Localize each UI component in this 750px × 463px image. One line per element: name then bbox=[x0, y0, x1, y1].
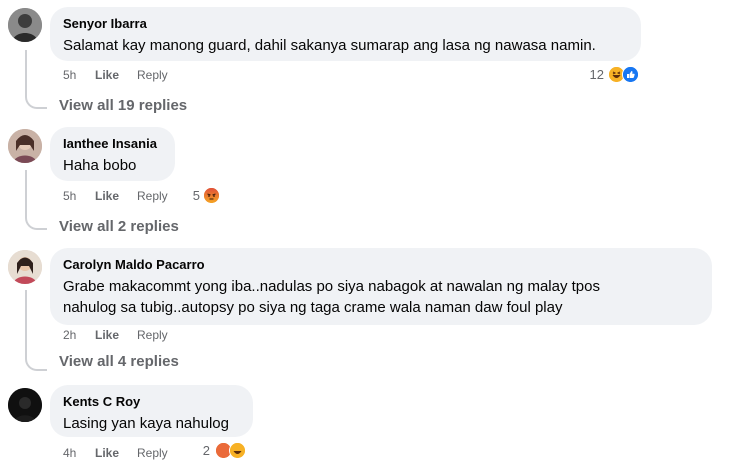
avatar-image bbox=[8, 129, 42, 163]
like-icon bbox=[622, 66, 639, 83]
comment-ianthee-insania: Ianthee Insania Haha bobo 5h Like Reply … bbox=[0, 120, 750, 240]
comment-actions: 2h Like Reply bbox=[63, 327, 263, 343]
comment-time[interactable]: 4h bbox=[63, 445, 76, 461]
comment-text: Salamat kay manong guard, dahil sakanya … bbox=[63, 37, 596, 54]
comment-text: Haha bobo bbox=[63, 157, 137, 174]
comment-bubble: Kents C Roy Lasing yan kaya nahulog bbox=[50, 385, 253, 437]
avatar-image bbox=[8, 250, 42, 284]
comment-carolyn-maldo-pacarro: Carolyn Maldo Pacarro Grabe makacommt yo… bbox=[0, 240, 750, 380]
avatar-image bbox=[8, 388, 42, 422]
avatar-image bbox=[8, 8, 42, 42]
like-button[interactable]: Like bbox=[95, 67, 119, 83]
reaction-count: 5 bbox=[192, 188, 200, 203]
like-button[interactable]: Like bbox=[95, 327, 119, 343]
comment-author[interactable]: Kents C Roy bbox=[63, 394, 239, 410]
reply-button[interactable]: Reply bbox=[137, 188, 168, 204]
avatar[interactable] bbox=[8, 388, 42, 422]
view-replies-link[interactable]: View all 4 replies bbox=[59, 352, 179, 372]
comment-time[interactable]: 2h bbox=[63, 327, 76, 343]
avatar[interactable] bbox=[8, 129, 42, 163]
view-replies-link[interactable]: View all 2 replies bbox=[59, 217, 179, 237]
comment-bubble: Senyor Ibarra Salamat kay manong guard, … bbox=[50, 7, 641, 61]
view-replies-link[interactable]: View all 19 replies bbox=[59, 96, 187, 116]
comment-author[interactable]: Ianthee Insania bbox=[63, 136, 161, 152]
reply-thread-line bbox=[25, 170, 47, 230]
reaction-summary[interactable]: 5 bbox=[166, 187, 222, 205]
comment-bubble: Carolyn Maldo Pacarro Grabe makacommt yo… bbox=[50, 248, 712, 325]
like-button[interactable]: Like bbox=[95, 188, 119, 204]
reaction-count: 2 bbox=[202, 443, 210, 458]
reaction-summary[interactable]: 2 bbox=[190, 442, 250, 460]
comment-bubble: Ianthee Insania Haha bobo bbox=[50, 127, 175, 181]
reply-button[interactable]: Reply bbox=[137, 67, 168, 83]
like-button[interactable]: Like bbox=[95, 445, 119, 461]
comment-kents-c-roy: Kents C Roy Lasing yan kaya nahulog 4h L… bbox=[0, 380, 750, 460]
reply-thread-line bbox=[25, 290, 47, 371]
reply-button[interactable]: Reply bbox=[137, 445, 168, 461]
comment-time[interactable]: 5h bbox=[63, 188, 76, 204]
avatar[interactable] bbox=[8, 8, 42, 42]
reaction-count: 12 bbox=[589, 67, 604, 82]
comment-time[interactable]: 5h bbox=[63, 67, 76, 83]
angry-icon bbox=[203, 187, 220, 204]
avatar[interactable] bbox=[8, 250, 42, 284]
comment-text: Grabe makacommt yong iba..nadulas po siy… bbox=[63, 278, 600, 316]
comment-author[interactable]: Carolyn Maldo Pacarro bbox=[63, 257, 698, 273]
reply-button[interactable]: Reply bbox=[137, 327, 168, 343]
comment-senyor-ibarra: Senyor Ibarra Salamat kay manong guard, … bbox=[0, 0, 750, 120]
comment-actions: 5h Like Reply bbox=[63, 188, 263, 204]
reaction-summary[interactable]: 12 bbox=[560, 66, 640, 84]
haha-icon bbox=[229, 442, 246, 459]
reply-thread-line bbox=[25, 50, 47, 109]
comment-text: Lasing yan kaya nahulog bbox=[63, 415, 229, 432]
comment-author[interactable]: Senyor Ibarra bbox=[63, 16, 627, 32]
comment-actions: 5h Like Reply bbox=[63, 67, 263, 83]
